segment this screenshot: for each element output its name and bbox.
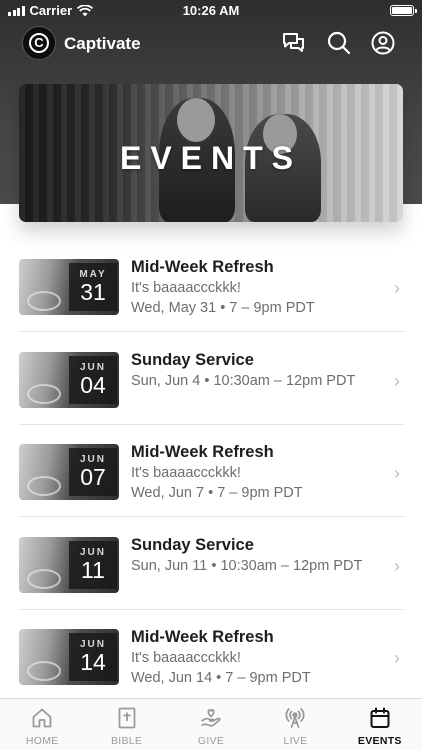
event-date-badge: JUN 11: [69, 541, 117, 589]
tab-bible[interactable]: BIBLE: [84, 699, 168, 750]
event-title: Mid-Week Refresh: [131, 628, 274, 646]
event-date-badge: JUN 07: [69, 448, 117, 496]
event-day: 11: [81, 557, 105, 583]
event-thumbnail: JUN 04: [19, 352, 119, 408]
thumbnail-drum: [27, 476, 61, 496]
event-subtitle: It's baaaaccckkk!: [131, 465, 241, 481]
event-title: Mid-Week Refresh: [131, 258, 274, 276]
event-date-badge: JUN 14: [69, 633, 117, 681]
thumbnail-drum: [27, 569, 61, 589]
event-thumbnail: JUN 14: [19, 629, 119, 685]
hero-head-left: [177, 98, 215, 142]
status-time: 10:26 AM: [182, 3, 240, 18]
event-row[interactable]: JUN 11 Sunday Service Sun, Jun 11 • 10:3…: [19, 518, 404, 610]
event-title: Sunday Service: [131, 351, 254, 369]
tab-label: EVENTS: [357, 735, 402, 747]
chevron-right-icon: ›: [394, 463, 400, 483]
give-icon: [201, 709, 221, 727]
tab-label: BIBLE: [110, 735, 143, 747]
event-day: 04: [80, 372, 106, 398]
event-day: 14: [80, 649, 106, 675]
live-icon: [285, 708, 305, 728]
battery-icon: [390, 5, 417, 16]
event-datetime: Wed, Jun 14 • 7 – 9pm PDT: [131, 670, 311, 686]
event-datetime: Sun, Jun 11 • 10:30am – 12pm PDT: [131, 558, 363, 574]
app-title: Captivate: [64, 34, 141, 53]
tab-bar: HOME BIBLE GIVE LIVE EVENTS: [0, 698, 422, 750]
event-row[interactable]: JUN 07 Mid-Week Refresh It's baaaaccckkk…: [19, 425, 404, 517]
event-day: 31: [80, 279, 106, 305]
events-hero-banner: EVENTS: [19, 84, 403, 222]
tab-give[interactable]: GIVE: [169, 699, 253, 750]
event-day: 07: [80, 464, 106, 490]
status-bar: Carrier 10:26 AM: [0, 0, 422, 22]
hero-title: EVENTS: [119, 140, 303, 176]
chevron-right-icon: ›: [394, 278, 400, 298]
event-subtitle: It's baaaaccckkk!: [131, 280, 241, 296]
event-title: Sunday Service: [131, 536, 254, 554]
row-divider: [19, 516, 404, 517]
event-row[interactable]: JUN 14 Mid-Week Refresh It's baaaaccckkk…: [19, 610, 404, 702]
event-row[interactable]: MAY 31 Mid-Week Refresh It's baaaaccckkk…: [19, 240, 404, 332]
search-icon[interactable]: [326, 30, 352, 56]
chevron-right-icon: ›: [394, 371, 400, 391]
tab-label: HOME: [25, 735, 59, 747]
row-divider: [19, 331, 404, 332]
event-date-badge: MAY 31: [69, 263, 117, 311]
chevron-right-icon: ›: [394, 556, 400, 576]
thumbnail-drum: [27, 661, 61, 681]
home-icon: [32, 708, 52, 728]
event-date-badge: JUN 04: [69, 356, 117, 404]
tab-label: GIVE: [197, 735, 225, 747]
app-logo[interactable]: C: [22, 26, 56, 60]
logo-letter: C: [34, 35, 44, 50]
app-bar: C Captivate: [0, 26, 422, 62]
event-title: Mid-Week Refresh: [131, 443, 274, 461]
profile-icon[interactable]: [370, 30, 396, 56]
event-thumbnail: JUN 11: [19, 537, 119, 593]
thumbnail-drum: [27, 384, 61, 404]
tab-events[interactable]: EVENTS: [338, 699, 422, 750]
thumbnail-drum: [27, 291, 61, 311]
events-screen: Carrier 10:26 AM C Captivate EVENTS MAY …: [0, 0, 422, 750]
event-thumbnail: MAY 31: [19, 259, 119, 315]
event-thumbnail: JUN 07: [19, 444, 119, 500]
event-datetime: Sun, Jun 4 • 10:30am – 12pm PDT: [131, 373, 356, 389]
calendar-icon: [370, 707, 390, 728]
chevron-right-icon: ›: [394, 648, 400, 668]
bible-icon: [118, 707, 136, 729]
tab-home[interactable]: HOME: [0, 699, 84, 750]
event-datetime: Wed, Jun 7 • 7 – 9pm PDT: [131, 485, 303, 501]
tab-label: LIVE: [283, 735, 308, 747]
tab-live[interactable]: LIVE: [253, 699, 337, 750]
event-row[interactable]: JUN 04 Sunday Service Sun, Jun 4 • 10:30…: [19, 333, 404, 425]
event-subtitle: It's baaaaccckkk!: [131, 650, 241, 666]
event-datetime: Wed, May 31 • 7 – 9pm PDT: [131, 300, 315, 316]
chat-icon[interactable]: [281, 30, 307, 56]
